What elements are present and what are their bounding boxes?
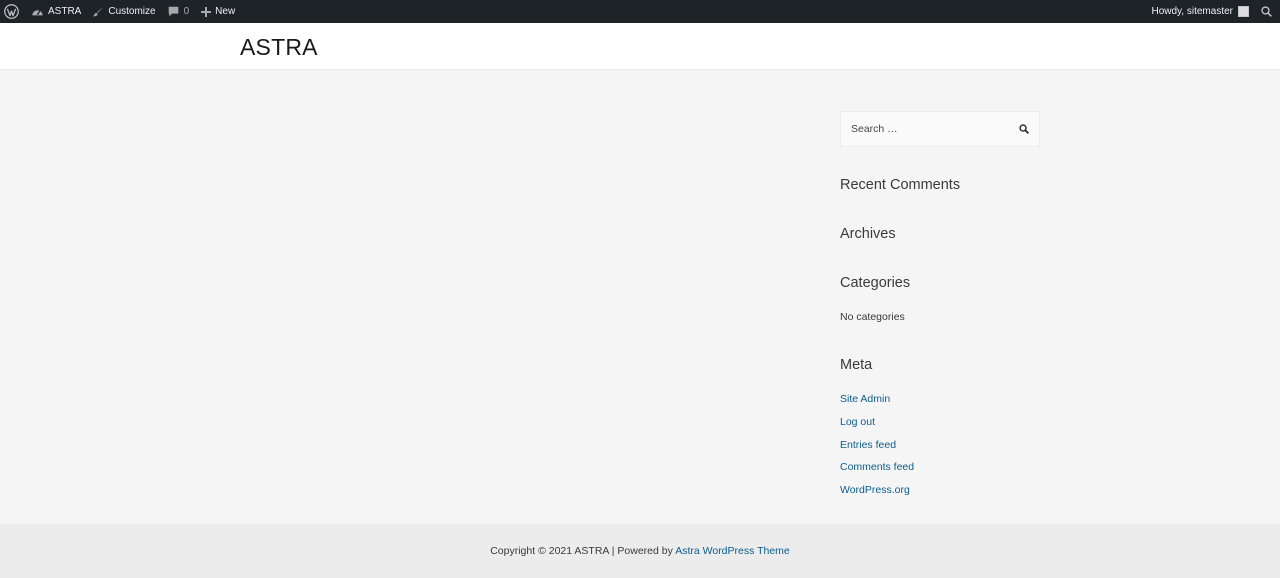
meta-link-site-admin[interactable]: Site Admin xyxy=(840,393,890,405)
no-categories-text: No categories xyxy=(840,311,905,323)
meta-link-comments-feed[interactable]: Comments feed xyxy=(840,461,914,473)
wordpress-logo-icon xyxy=(4,4,19,19)
plus-icon xyxy=(201,6,212,17)
archives-title: Archives xyxy=(840,226,896,242)
search-input[interactable] xyxy=(841,112,1009,146)
customize-label: Customize xyxy=(108,6,156,17)
new-content-menu[interactable]: New xyxy=(195,0,241,23)
search-icon xyxy=(1019,124,1029,134)
sidebar: Recent Comments Archives Categories No c… xyxy=(840,111,1040,496)
search-form xyxy=(840,111,1040,147)
search-icon xyxy=(1261,6,1272,17)
greeting-label: Howdy, sitemaster xyxy=(1151,6,1233,17)
dashboard-gauge-icon xyxy=(32,9,43,16)
comments-menu[interactable]: 0 xyxy=(162,0,196,23)
admin-bar-right: Howdy, sitemaster xyxy=(1145,0,1280,23)
new-label: New xyxy=(215,6,236,17)
site-name-label: ASTRA xyxy=(48,6,82,17)
customize-menu[interactable]: Customize xyxy=(87,0,161,23)
admin-search-button[interactable] xyxy=(1255,0,1280,23)
meta-title: Meta xyxy=(840,357,873,373)
my-account-menu[interactable]: Howdy, sitemaster xyxy=(1145,0,1255,23)
search-submit-button[interactable] xyxy=(1009,112,1039,146)
footer-copyright-line: Copyright © 2021 ASTRA | Powered by Astr… xyxy=(0,545,1280,557)
site-header: ASTRA xyxy=(0,23,1280,70)
copyright-text: Copyright © 2021 ASTRA | Powered by xyxy=(490,545,676,557)
meta-link-log-out[interactable]: Log out xyxy=(840,416,875,428)
meta-link-entries-feed[interactable]: Entries feed xyxy=(840,439,896,451)
astra-theme-link[interactable]: Astra WordPress Theme xyxy=(675,545,790,557)
categories-title: Categories xyxy=(840,275,911,291)
wordpress-logo-menu[interactable] xyxy=(0,0,25,23)
avatar xyxy=(1238,6,1249,17)
site-name-menu[interactable]: ASTRA xyxy=(25,0,87,23)
admin-bar-left: ASTRA Customize 0 New xyxy=(0,0,241,23)
recent-comments-title: Recent Comments xyxy=(840,177,961,193)
meta-link-wordpress-org[interactable]: WordPress.org xyxy=(840,484,910,496)
admin-bar: ASTRA Customize 0 New Howdy, sitemaster xyxy=(0,0,1280,23)
paintbrush-icon xyxy=(93,6,104,17)
site-title[interactable]: ASTRA xyxy=(240,34,318,61)
site-footer: Copyright © 2021 ASTRA | Powered by Astr… xyxy=(0,524,1280,578)
comment-bubble-icon xyxy=(168,6,178,17)
comments-count: 0 xyxy=(183,6,190,17)
